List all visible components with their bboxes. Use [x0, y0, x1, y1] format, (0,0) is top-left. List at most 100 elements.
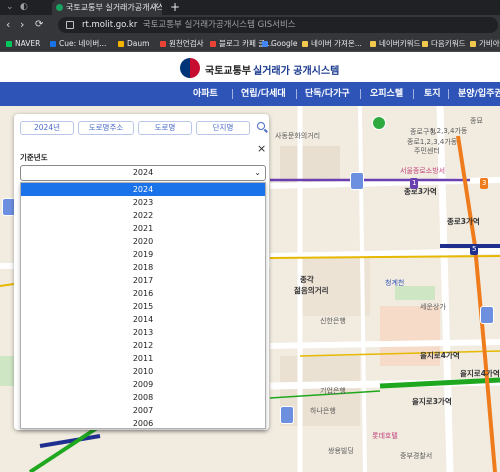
- map-label-station: 을지로4가역: [420, 351, 460, 360]
- address-host: rt.molit.go.kr: [82, 20, 138, 30]
- menu-item-land[interactable]: 토지: [424, 82, 441, 106]
- bookmark-favicon-icon: [302, 41, 308, 47]
- subway-line-badge[interactable]: 3: [480, 178, 489, 189]
- map-label: 신한은행: [320, 317, 346, 325]
- year-select[interactable]: 2024 ⌄: [20, 165, 266, 181]
- map-label: 롯데호텔: [372, 432, 398, 440]
- year-option[interactable]: 2010: [21, 365, 265, 378]
- site-favicon-icon: [56, 4, 63, 11]
- bookmark-favicon-icon: [50, 41, 56, 47]
- year-option[interactable]: 2017: [21, 274, 265, 287]
- bookmark-item[interactable]: Daum: [118, 35, 149, 52]
- map-label: 사동문화의거리: [275, 132, 321, 140]
- year-option[interactable]: 2012: [21, 339, 265, 352]
- bookmark-favicon-icon: [6, 41, 12, 47]
- map-label-district: 종각: [300, 275, 314, 284]
- year-option[interactable]: 2008: [21, 391, 265, 404]
- site-info-icon[interactable]: [66, 21, 74, 29]
- forward-icon[interactable]: ›: [20, 18, 24, 32]
- map-label-station: 을지로4가역: [460, 369, 500, 378]
- map-label-station: 종로3가역: [404, 187, 437, 196]
- map-label: 쌍용빌딩: [328, 447, 354, 455]
- ministry-logo-icon[interactable]: [180, 58, 200, 78]
- map-label: 청계천: [385, 279, 405, 287]
- bookmark-item[interactable]: 원천언검사: [160, 35, 204, 52]
- bookmarks-bar: NAVER Cue: 네이버... Daum 원천언검사 블로그 카페 글... Goog…: [0, 35, 500, 52]
- search-icon[interactable]: [256, 121, 268, 133]
- year-option[interactable]: 2022: [21, 209, 265, 222]
- year-option[interactable]: 2006: [21, 417, 265, 428]
- menu-item-house[interactable]: 단독/다가구: [305, 82, 350, 106]
- year-option[interactable]: 2021: [21, 222, 265, 235]
- bookmark-favicon-icon: [470, 41, 476, 47]
- address-bar[interactable]: rt.molit.go.kr 국토교통부 실거래가공개시스템 GIS서비스: [58, 17, 498, 33]
- year-option[interactable]: 2015: [21, 300, 265, 313]
- bookmark-item[interactable]: 네이버 가져온...: [302, 35, 362, 52]
- map-label: 종묘: [470, 117, 483, 125]
- bookmark-favicon-icon: [262, 41, 268, 47]
- year-option[interactable]: 2014: [21, 313, 265, 326]
- year-option[interactable]: 2013: [21, 326, 265, 339]
- bookmark-label: 원천언검사: [169, 39, 204, 48]
- bookmark-favicon-icon: [370, 41, 376, 47]
- service-name[interactable]: 실거래가 공개시스템: [253, 62, 339, 77]
- map-label: 서울종로소방서: [400, 167, 446, 175]
- bookmark-favicon-icon: [118, 41, 124, 47]
- year-option[interactable]: 2016: [21, 287, 265, 300]
- year-dropdown-list: 2024 2023 2022 2021 2020 2019 2018 2017 2016 2015…: [20, 182, 266, 429]
- tab-search-icon[interactable]: ⌄: [6, 0, 14, 15]
- year-option[interactable]: 2020: [21, 235, 265, 248]
- bookmark-item[interactable]: NAVER: [6, 35, 40, 52]
- year-option[interactable]: 2018: [21, 261, 265, 274]
- building-marker-icon[interactable]: [480, 306, 494, 324]
- close-icon[interactable]: ×: [257, 143, 266, 154]
- building-marker-icon[interactable]: [280, 406, 294, 424]
- bookmark-item[interactable]: 네이버키워드: [370, 35, 420, 52]
- tab-year[interactable]: 2024년: [20, 121, 74, 135]
- menu-divider: [360, 89, 361, 99]
- back-icon[interactable]: ‹: [6, 18, 10, 32]
- bookmark-label: 네이버 가져온...: [311, 39, 362, 48]
- year-option[interactable]: 2011: [21, 352, 265, 365]
- address-title: 국토교통부 실거래가공개시스템 GIS서비스: [142, 20, 296, 30]
- bookmark-item[interactable]: 가비아: [470, 35, 500, 52]
- year-label: 기준년도: [20, 153, 48, 162]
- tab-road-name[interactable]: 도로명: [138, 121, 192, 135]
- subway-line-badge[interactable]: 1: [410, 178, 419, 189]
- bookmark-item[interactable]: 다음키워드: [422, 35, 466, 52]
- menu-item-officetel[interactable]: 오피스텔: [370, 82, 403, 106]
- bookmark-label: NAVER: [15, 39, 41, 48]
- building-marker-icon[interactable]: [350, 172, 364, 190]
- menu-item-apartment[interactable]: 아파트: [193, 82, 218, 106]
- year-option[interactable]: 2009: [21, 378, 265, 391]
- menu-divider: [413, 89, 414, 99]
- map-label: 중부경찰서: [400, 452, 433, 460]
- browser-tab[interactable]: 국토교통부 실거래가공개시스템: [52, 0, 162, 15]
- chevron-down-icon: ⌄: [254, 168, 261, 177]
- bookmark-item[interactable]: Cue: 네이버...: [50, 35, 106, 52]
- browser-toolbar: ‹ › ⟳ rt.molit.go.kr 국토교통부 실거래가공개시스템 GIS…: [0, 15, 500, 35]
- map-label: 기업은행: [320, 387, 346, 395]
- year-option[interactable]: 2007: [21, 404, 265, 417]
- menu-item-villa[interactable]: 연립/다세대: [241, 82, 286, 106]
- browser-tab-strip: ⌄ ◐ 국토교통부 실거래가공개시스템 ✕ +: [0, 0, 500, 15]
- year-option[interactable]: 2023: [21, 196, 265, 209]
- subway-line-badge[interactable]: 5: [470, 244, 479, 255]
- year-option[interactable]: 2019: [21, 248, 265, 261]
- map-marker-icon[interactable]: [372, 116, 386, 130]
- tab-road-address[interactable]: 도로명주소: [78, 121, 134, 135]
- year-option[interactable]: 2024: [21, 183, 265, 196]
- menu-item-presale[interactable]: 분양/입주권: [458, 82, 500, 106]
- new-tab-button[interactable]: +: [170, 0, 180, 14]
- ministry-name[interactable]: 국토교통부: [205, 62, 251, 77]
- map-label: 주민센터: [414, 147, 440, 155]
- reload-icon[interactable]: ⟳: [35, 18, 43, 32]
- year-select-value: 2024: [132, 168, 154, 177]
- window-menu-icon[interactable]: ◐: [20, 0, 28, 15]
- menu-divider: [448, 89, 449, 99]
- tab-complex-name[interactable]: 단지명: [196, 121, 250, 135]
- bookmark-label: 가비아: [479, 39, 500, 48]
- bookmark-item[interactable]: Google: [262, 35, 297, 52]
- tab-close-icon[interactable]: ✕: [152, 0, 160, 15]
- map-label-station: 을지로3가역: [412, 397, 452, 406]
